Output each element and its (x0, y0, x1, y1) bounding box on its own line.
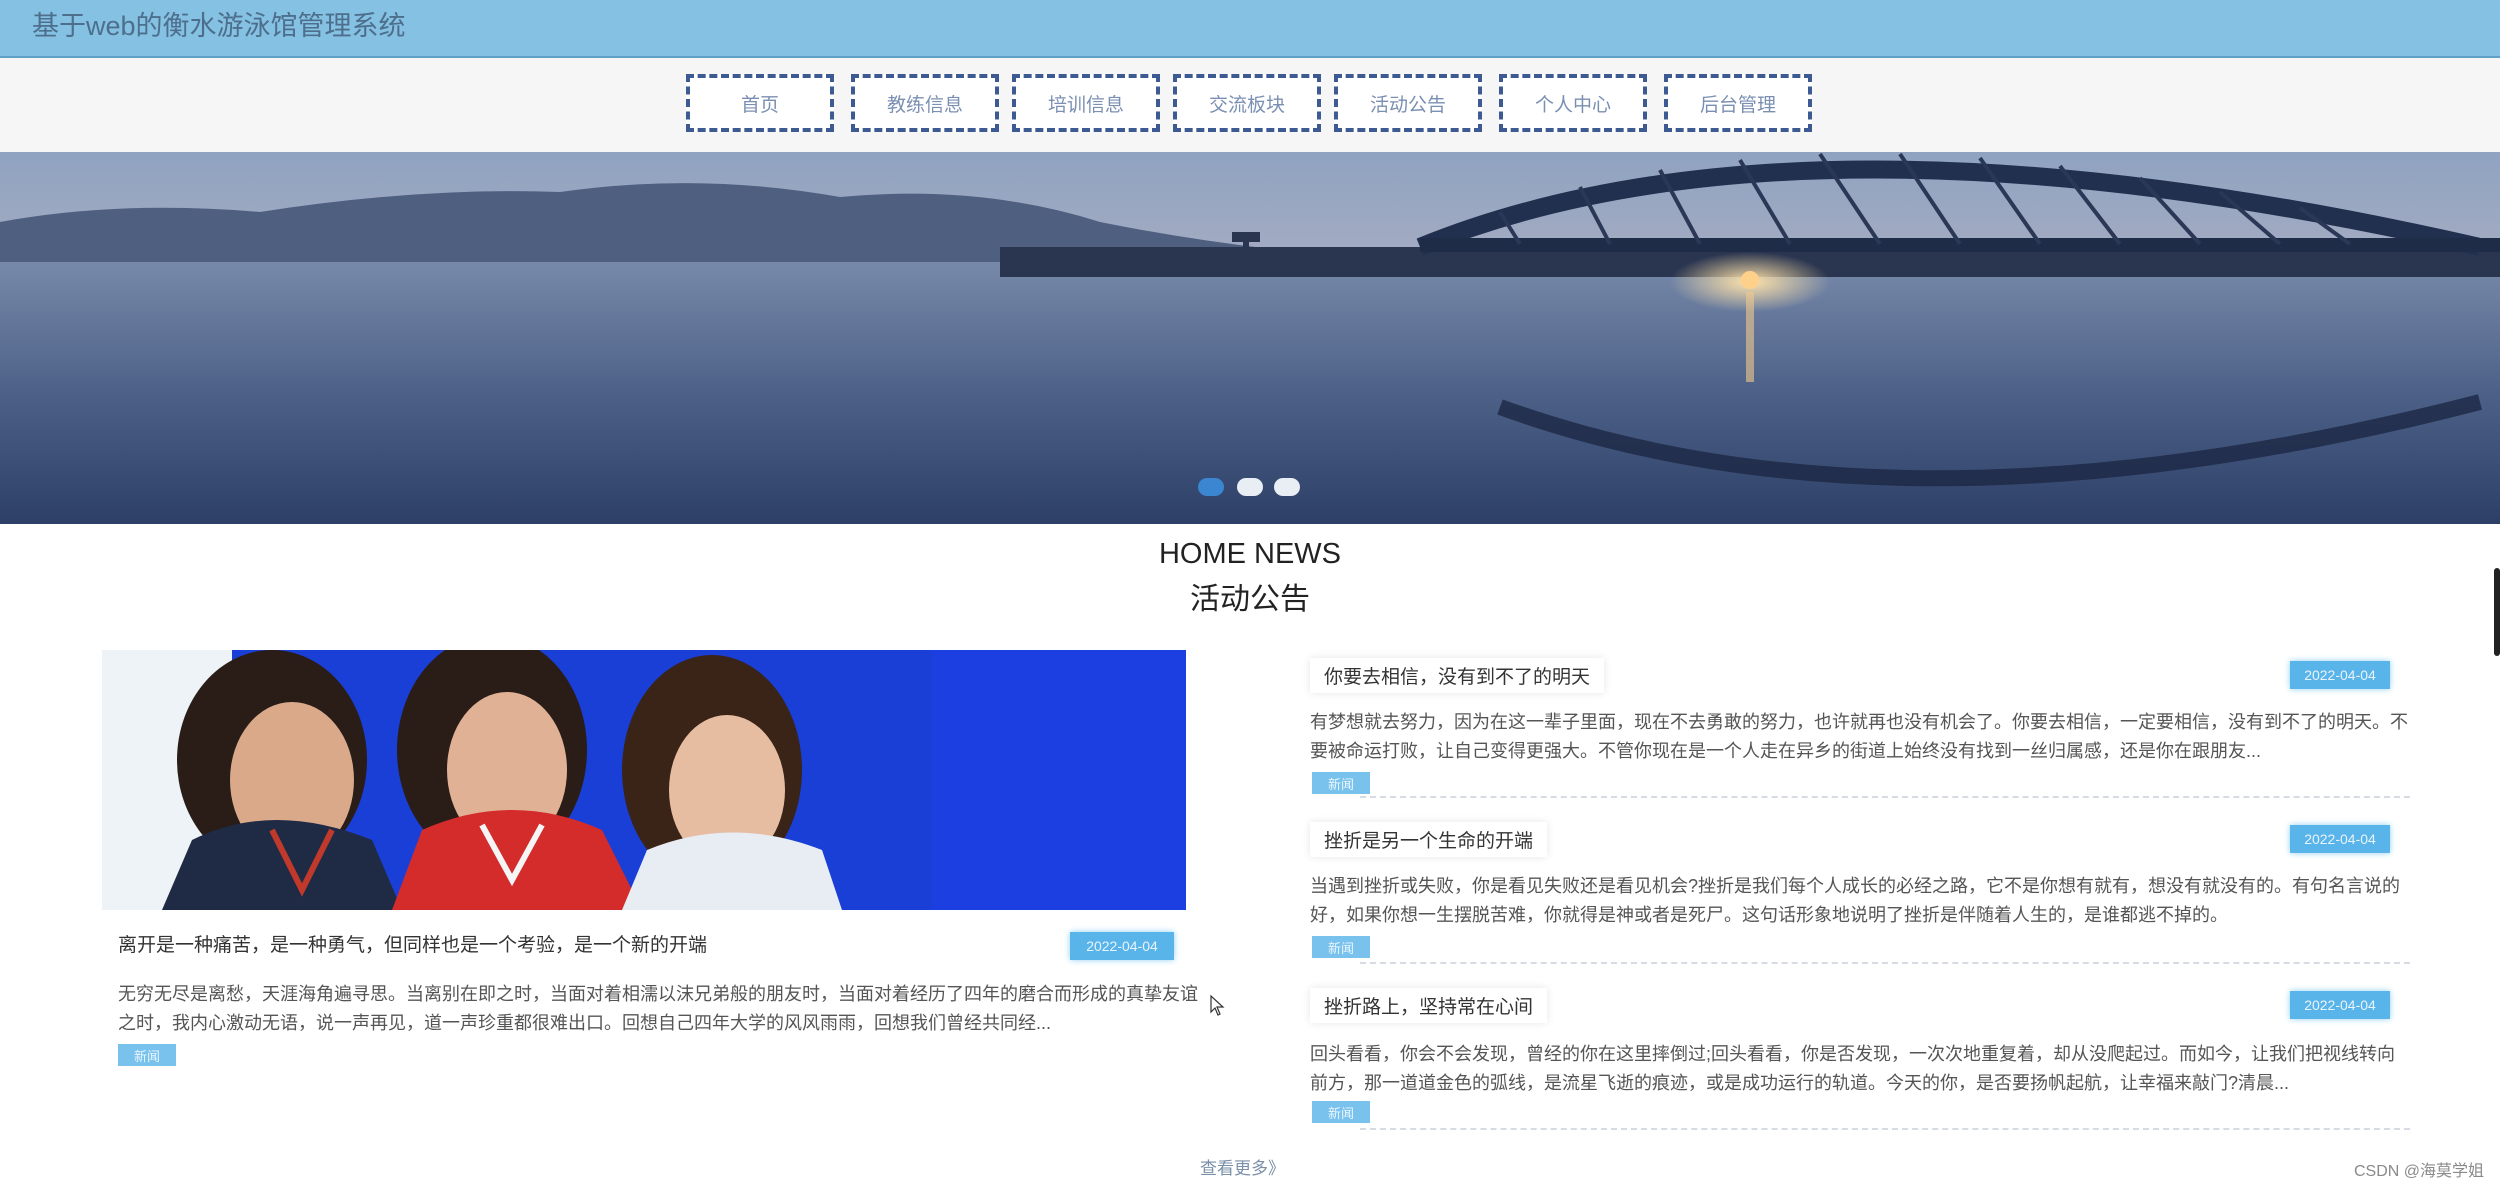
featured-date-badge: 2022-04-04 (1070, 932, 1174, 960)
news-item-3-tag-button[interactable]: 新闻 (1312, 1101, 1370, 1123)
news-divider-2 (1360, 962, 2410, 964)
nav-item-personal-center[interactable]: 个人中心 (1499, 74, 1647, 132)
news-item-3-excerpt: 回头看看，你会不会发现，曾经的你在这里摔倒过;回头看看，你是否发现，一次次地重复… (1310, 1044, 2395, 1093)
carousel-dot-1[interactable] (1198, 478, 1224, 496)
news-item-1-date-badge: 2022-04-04 (2290, 661, 2390, 689)
carousel-dots (0, 478, 2500, 498)
carousel-dot-2[interactable] (1237, 478, 1263, 496)
news-divider-1 (1360, 796, 2410, 798)
banner-image (0, 152, 2500, 524)
featured-news-title[interactable]: 离开是一种痛苦，是一种勇气，但同样也是一个考验，是一个新的开端 (118, 930, 707, 957)
nav-item-home[interactable]: 首页 (686, 74, 834, 132)
section-title-en: HOME NEWS (1158, 538, 1342, 570)
nav-item-admin[interactable]: 后台管理 (1664, 74, 1812, 132)
mouse-pointer-icon (1210, 994, 1226, 1022)
nav-item-coaches[interactable]: 教练信息 (851, 74, 999, 132)
news-item-2-title[interactable]: 挫折是另一个生命的开端 (1310, 822, 1548, 857)
view-more-link[interactable]: 查看更多》 (1200, 1154, 1285, 1179)
page-scrollbar[interactable] (2494, 568, 2500, 656)
nav-item-training[interactable]: 培训信息 (1012, 74, 1160, 132)
carousel-dot-3[interactable] (1274, 478, 1300, 496)
news-item-1-tag-button[interactable]: 新闻 (1312, 772, 1370, 794)
featured-photo (102, 650, 1186, 910)
nav-item-forum[interactable]: 交流板块 (1173, 74, 1321, 132)
news-divider-3 (1360, 1128, 2410, 1130)
featured-news-image[interactable] (102, 650, 1186, 910)
hero-banner[interactable] (0, 152, 2500, 524)
top-header-bar: 基于web的衡水游泳馆管理系统 (0, 0, 2500, 58)
featured-news-excerpt: 无穷无尽是离愁，天涯海角遍寻思。当离别在即之时，当面对着相濡以沫兄弟般的朋友时，… (118, 984, 1198, 1033)
news-item-3-title[interactable]: 挫折路上，坚持常在心间 (1310, 988, 1548, 1023)
main-nav: 首页 教练信息 培训信息 交流板块 活动公告 个人中心 后台管理 (0, 58, 2500, 152)
section-title-cn: 活动公告 (1190, 583, 1310, 616)
news-item-3-date-badge: 2022-04-04 (2290, 991, 2390, 1019)
news-item-2-excerpt: 当遇到挫折或失败，你是看见失败还是看见机会?挫折是我们每个人成长的必经之路，它不… (1310, 876, 2401, 925)
watermark-credit: CSDN @海莫学姐 (2353, 1163, 2484, 1180)
news-item-2-date-badge: 2022-04-04 (2290, 825, 2390, 853)
news-item-1-title[interactable]: 你要去相信，没有到不了的明天 (1310, 658, 1605, 693)
featured-tag-button[interactable]: 新闻 (118, 1044, 176, 1066)
news-item-1-excerpt: 有梦想就去努力，因为在这一辈子里面，现在不去勇敢的努力，也许就再也没有机会了。你… (1310, 712, 2408, 761)
site-title: 基于web的衡水游泳馆管理系统 (32, 11, 406, 41)
news-item-2-tag-button[interactable]: 新闻 (1312, 936, 1370, 958)
nav-item-announcements[interactable]: 活动公告 (1334, 74, 1482, 132)
